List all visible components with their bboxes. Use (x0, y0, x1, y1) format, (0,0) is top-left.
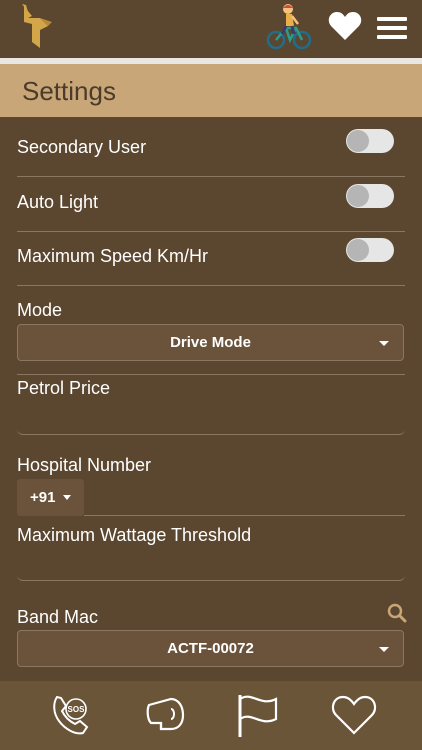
hospital-number-input[interactable] (84, 515, 405, 516)
page-title: Settings (22, 76, 116, 106)
horn-icon[interactable] (141, 689, 191, 739)
band-mac-select[interactable]: ACTF-00072 (17, 630, 404, 667)
divider (17, 285, 405, 286)
heart-outline-icon[interactable] (329, 689, 379, 739)
chevron-down-icon (379, 341, 389, 346)
secondary-user-label: Secondary User (17, 137, 147, 157)
flag-icon[interactable] (234, 689, 284, 739)
petrol-price-input[interactable] (17, 410, 405, 435)
toggle-knob (347, 185, 369, 207)
menu-icon[interactable] (377, 17, 407, 39)
sos-icon[interactable]: SOS (47, 689, 97, 739)
settings-header: Settings (0, 64, 422, 117)
toggle-knob (347, 239, 369, 261)
search-icon[interactable] (387, 603, 407, 623)
country-code-dropdown[interactable]: +91 (17, 479, 84, 516)
auto-light-toggle[interactable] (346, 184, 394, 208)
country-code-value: +91 (30, 489, 56, 506)
divider (17, 231, 405, 232)
max-wattage-label: Maximum Wattage Threshold (17, 525, 252, 545)
petrol-price-label: Petrol Price (17, 378, 111, 398)
divider (17, 176, 405, 177)
band-mac-value: ACTF-00072 (167, 640, 254, 657)
hospital-number-label: Hospital Number (17, 455, 152, 475)
mode-select[interactable]: Drive Mode (17, 324, 404, 361)
band-mac-label: Band Mac (17, 607, 99, 627)
bottom-nav: SOS (0, 681, 422, 750)
mode-value: Drive Mode (170, 334, 251, 351)
rider-icon[interactable] (266, 2, 312, 52)
auto-light-label: Auto Light (17, 192, 99, 212)
mode-label: Mode (17, 300, 63, 320)
divider (17, 374, 405, 375)
max-wattage-input[interactable] (17, 556, 405, 581)
secondary-user-toggle[interactable] (346, 129, 394, 153)
max-speed-toggle[interactable] (346, 238, 394, 262)
heart-icon[interactable] (328, 10, 362, 42)
toggle-knob (347, 130, 369, 152)
chevron-down-icon (63, 495, 71, 500)
logo-icon (22, 4, 52, 48)
top-bar (0, 0, 422, 58)
max-speed-label: Maximum Speed Km/Hr (17, 246, 209, 266)
sos-label: SOS (68, 705, 86, 714)
chevron-down-icon (379, 647, 389, 652)
